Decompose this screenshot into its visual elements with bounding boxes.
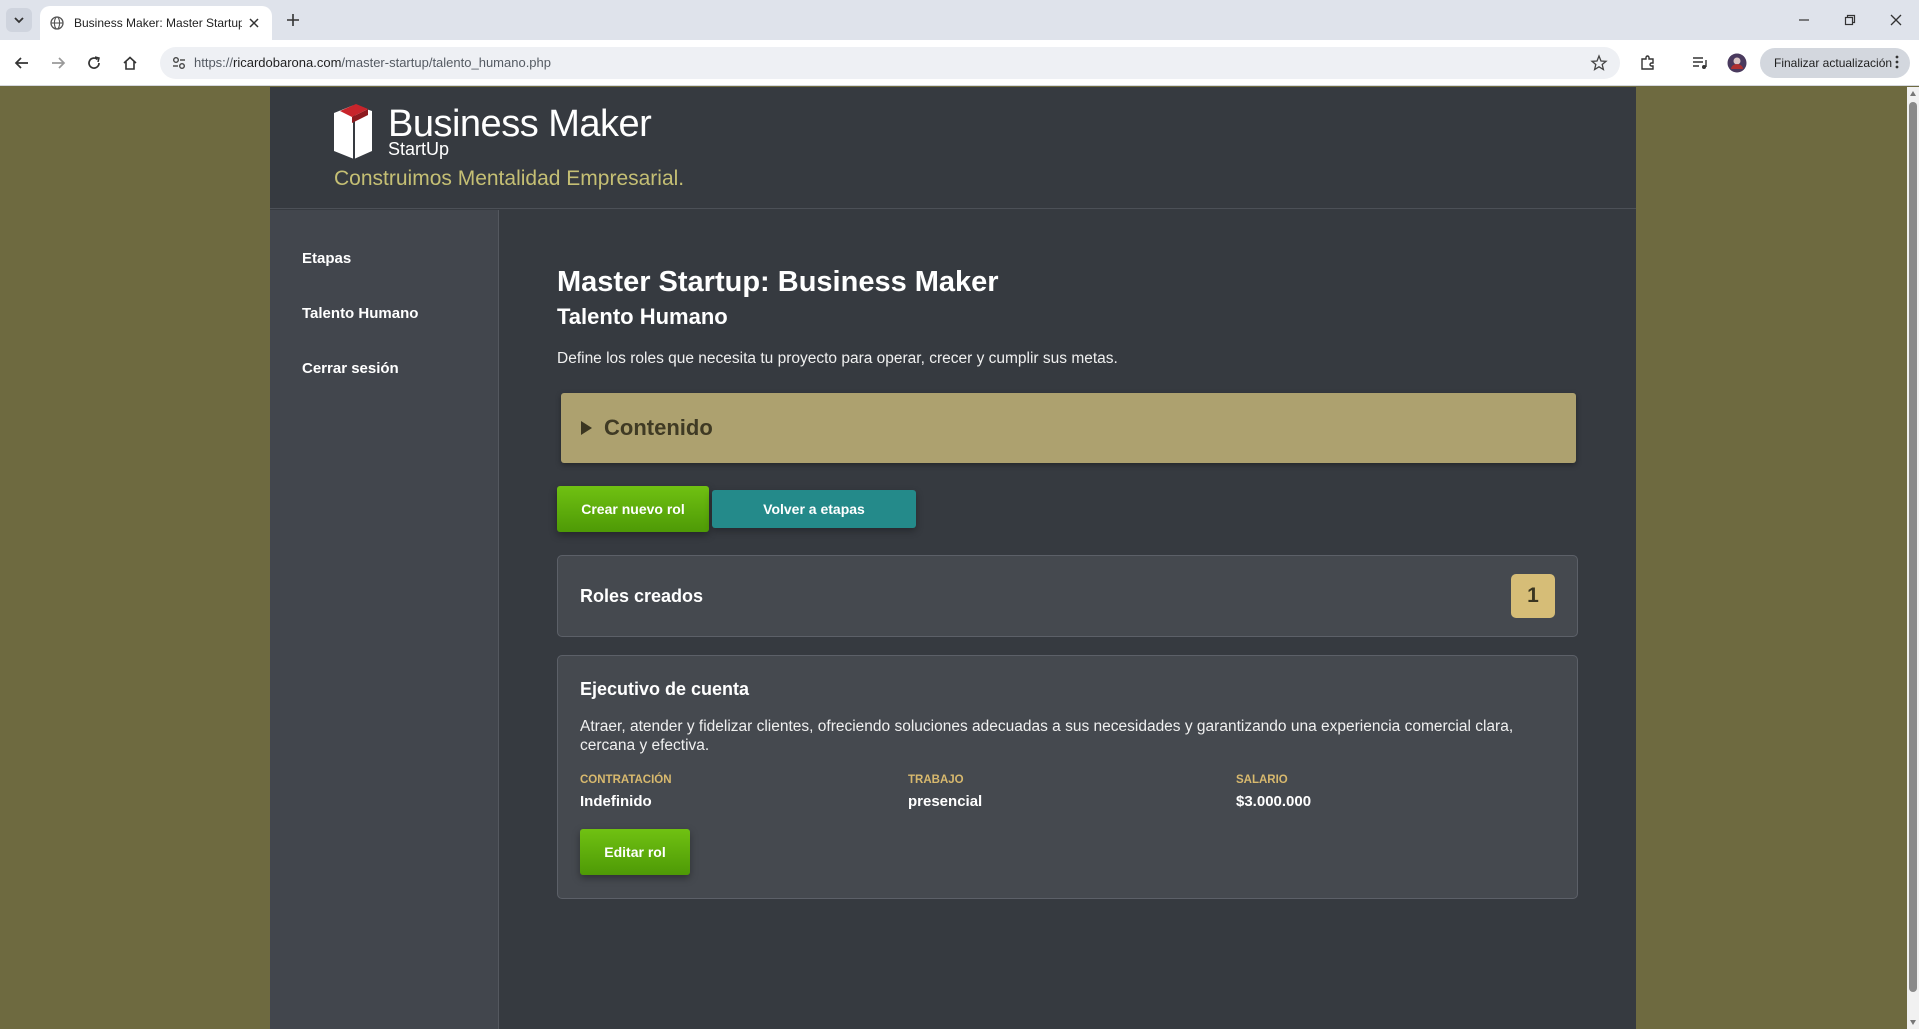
sidebar: Etapas Talento Humano Cerrar sesión — [270, 210, 499, 1029]
minimize-button[interactable] — [1792, 8, 1816, 32]
back-to-stages-button[interactable]: Volver a etapas — [712, 490, 916, 528]
logo-mark-icon — [334, 104, 372, 159]
profile-button[interactable] — [1725, 51, 1749, 75]
finish-update-button[interactable]: Finalizar actualización — [1760, 48, 1910, 78]
salary-label: SALARIO — [1236, 774, 1288, 786]
page-viewport: Business Maker StartUp Construimos Menta… — [0, 87, 1907, 1029]
sidebar-item-talento-humano[interactable]: Talento Humano — [302, 305, 418, 322]
roles-count-badge: 1 — [1511, 574, 1555, 618]
home-button[interactable] — [118, 51, 142, 75]
contract-value: Indefinido — [580, 793, 652, 810]
close-window-button[interactable] — [1884, 8, 1908, 32]
new-tab-icon[interactable] — [282, 9, 304, 31]
sidebar-item-etapas[interactable]: Etapas — [302, 250, 351, 267]
arrow-left-icon — [14, 57, 28, 69]
contract-label: CONTRATACIÓN — [580, 774, 672, 786]
back-button[interactable] — [10, 51, 34, 75]
edit-role-label: Editar rol — [604, 844, 666, 860]
salary-value: $3.000.000 — [1236, 793, 1312, 810]
scroll-up-arrow-icon[interactable] — [1910, 91, 1916, 96]
triangle-right-icon — [581, 421, 592, 435]
site-container: Business Maker StartUp Construimos Menta… — [270, 87, 1636, 1029]
bookmark-star-icon[interactable] — [1590, 54, 1608, 72]
role-card: Ejecutivo de cuenta Atraer, atender y fi… — [557, 655, 1578, 899]
page-scrollbar[interactable] — [1907, 87, 1919, 1029]
back-to-stages-label: Volver a etapas — [763, 501, 865, 517]
browser-tabbar: Business Maker: Master Startup — [0, 0, 1919, 40]
url-text[interactable]: https://ricardobarona.com/master-startup… — [194, 55, 551, 70]
chevron-down-icon — [14, 17, 24, 24]
playlist-icon — [1693, 57, 1707, 69]
create-role-button[interactable]: Crear nuevo rol — [557, 486, 709, 532]
brand-subname: StartUp — [388, 139, 450, 159]
minimize-icon — [1799, 19, 1809, 21]
scroll-down-arrow-icon[interactable] — [1910, 1020, 1916, 1025]
extensions-button[interactable] — [1636, 51, 1660, 75]
restore-icon — [1844, 14, 1856, 26]
reload-button[interactable] — [82, 51, 106, 75]
close-icon — [1890, 14, 1902, 26]
page-subtitle: Talento Humano — [557, 304, 728, 329]
accordion-label: Contenido — [604, 415, 713, 440]
globe-icon — [50, 16, 64, 30]
browser-toolbar: https://ricardobarona.com/master-startup… — [0, 40, 1919, 86]
avatar — [1727, 53, 1747, 73]
role-description: Atraer, atender y fidelizar clientes, of… — [580, 718, 1514, 754]
puzzle-icon — [1641, 55, 1654, 70]
tab-search-button[interactable] — [6, 8, 32, 32]
work-value: presencial — [908, 793, 983, 810]
work-label: TRABAJO — [908, 774, 964, 786]
edit-role-button[interactable]: Editar rol — [580, 829, 690, 875]
role-name: Ejecutivo de cuenta — [580, 679, 750, 699]
address-bar[interactable]: https://ricardobarona.com/master-startup… — [160, 47, 1620, 79]
roles-summary-card: Roles creados 1 — [557, 555, 1578, 637]
url-host: ricardobarona.com — [233, 55, 342, 70]
roles-created-title: Roles creados — [580, 586, 704, 606]
browser-tab[interactable]: Business Maker: Master Startup — [40, 6, 272, 40]
site-settings-icon[interactable] — [170, 54, 188, 72]
site-header: Business Maker StartUp Construimos Menta… — [270, 87, 1636, 209]
forward-button[interactable] — [46, 51, 70, 75]
more-vertical-icon — [1895, 55, 1899, 69]
url-prefix: https:// — [194, 55, 234, 70]
page-title: Master Startup: Business Maker — [557, 266, 999, 298]
finish-update-label: Finalizar actualización — [1774, 56, 1893, 70]
page-description: Define los roles que necesita tu proyect… — [557, 350, 1118, 367]
sidebar-item-cerrar-sesion[interactable]: Cerrar sesión — [302, 360, 399, 377]
url-path: /master-startup/talento_humano.php — [341, 55, 551, 70]
reload-icon — [88, 56, 100, 69]
restore-button[interactable] — [1838, 8, 1862, 32]
scrollbar-thumb[interactable] — [1909, 102, 1917, 992]
content-accordion[interactable]: Contenido — [561, 393, 1576, 463]
tab-title: Business Maker: Master Startup — [74, 16, 242, 30]
create-role-label: Crear nuevo rol — [581, 501, 685, 517]
arrow-right-icon — [52, 57, 66, 69]
brand-tagline: Construimos Mentalidad Empresarial. — [334, 167, 685, 190]
media-controls-button[interactable] — [1688, 51, 1712, 75]
home-icon — [123, 56, 137, 70]
close-tab-icon[interactable] — [246, 15, 262, 31]
